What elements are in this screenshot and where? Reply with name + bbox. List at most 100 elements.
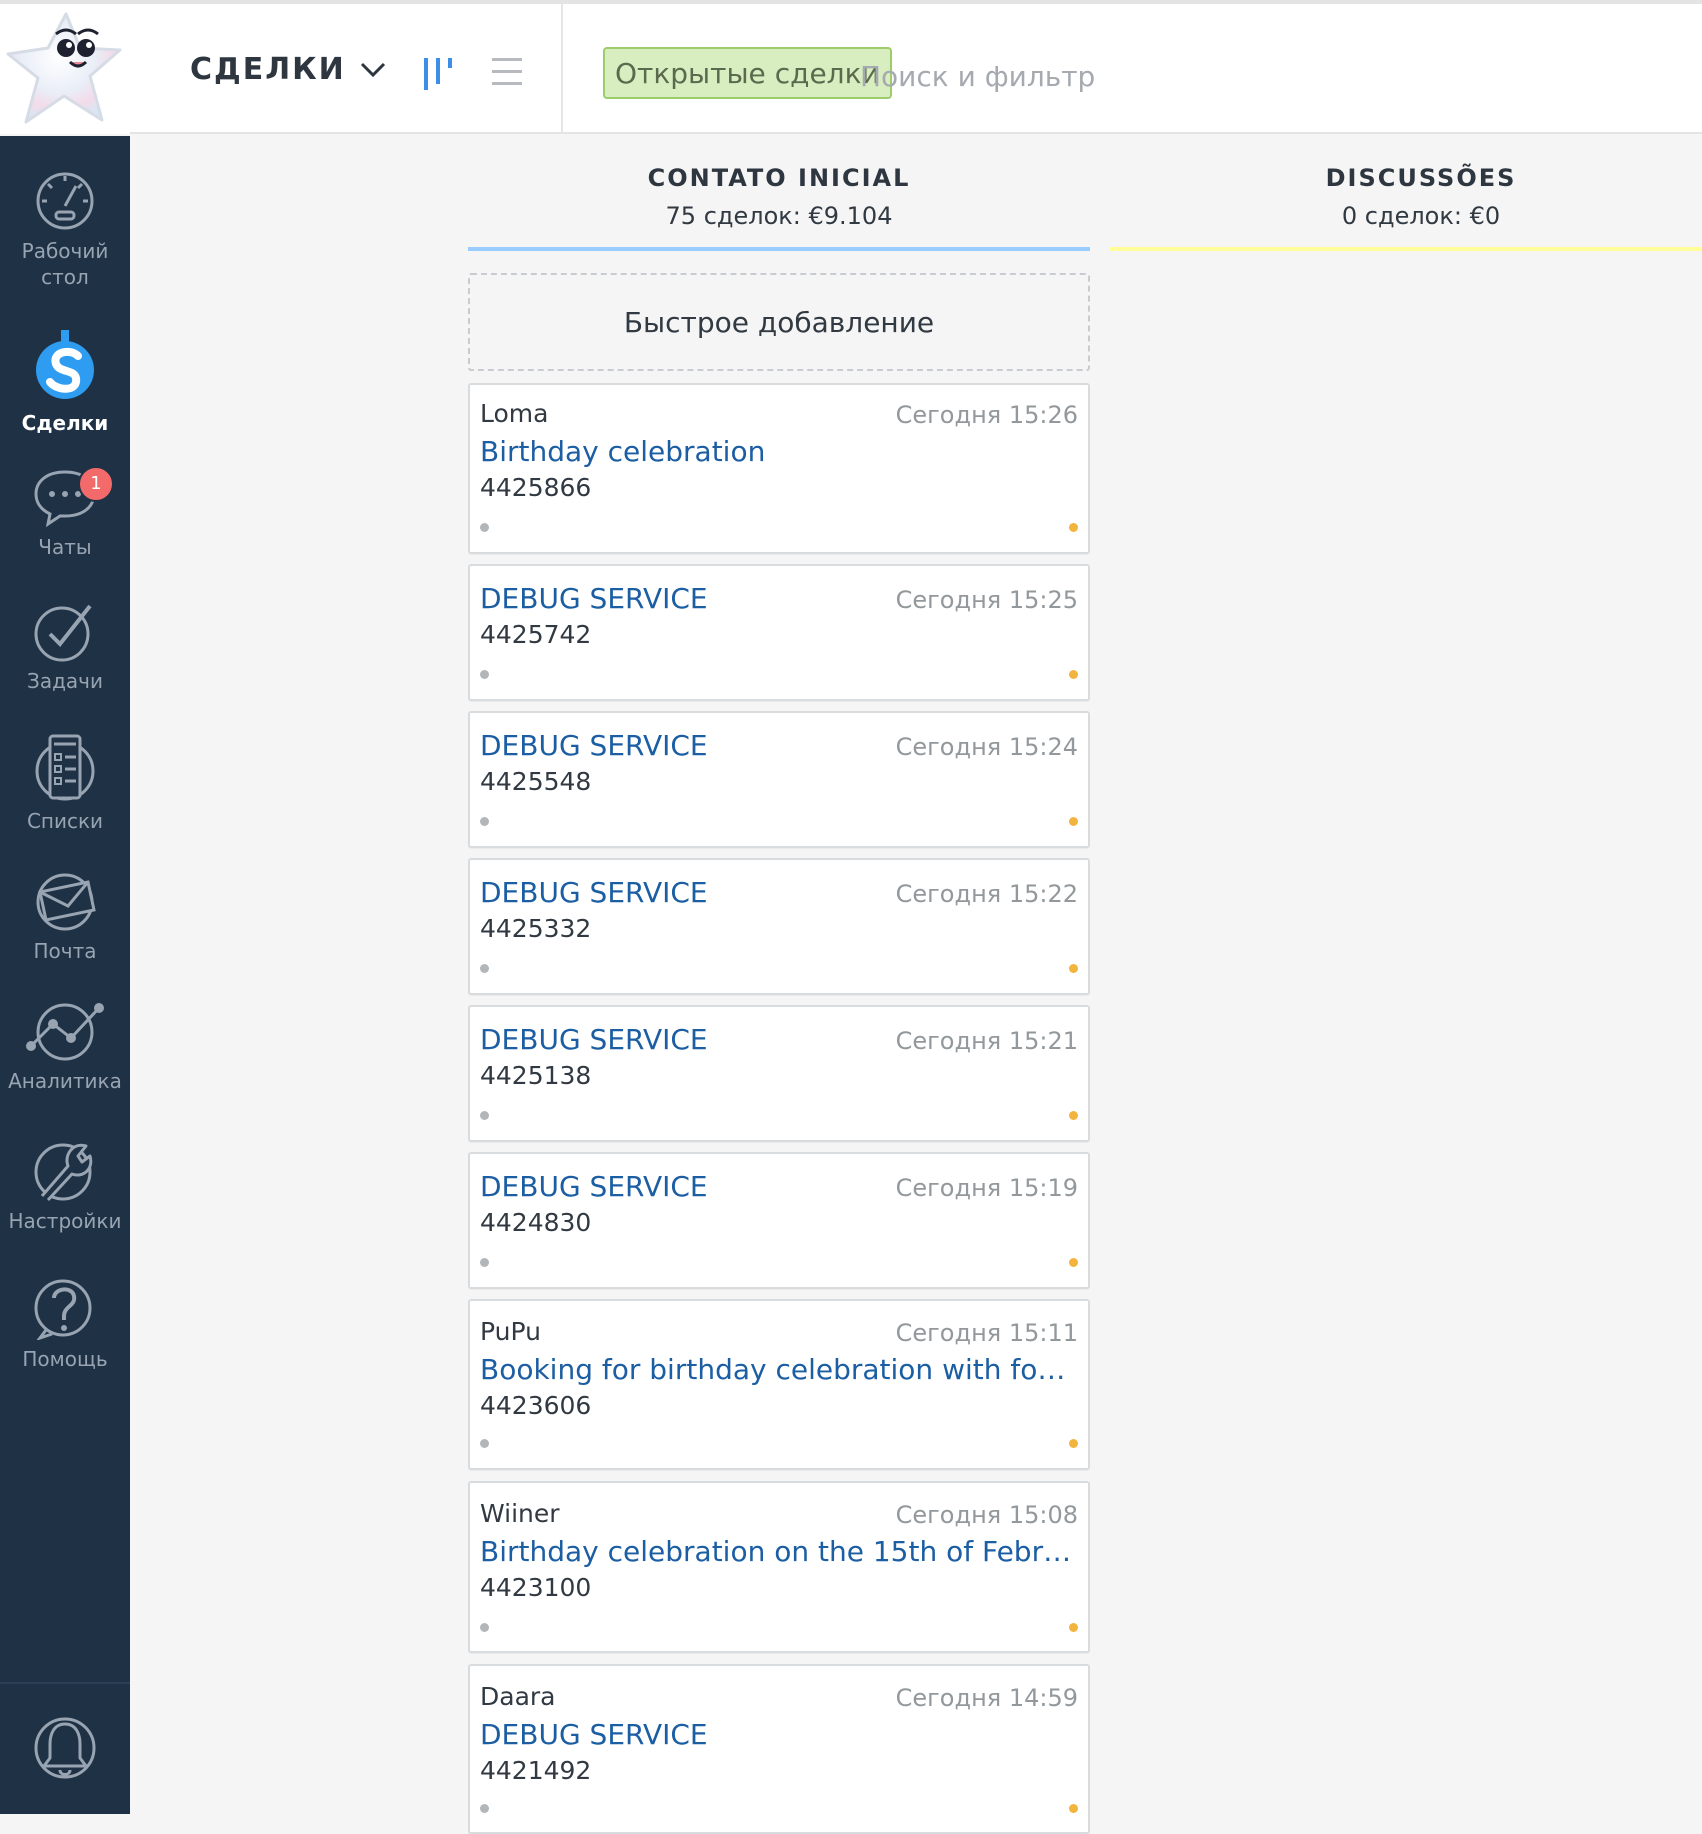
sidebar-item-chats[interactable]: 1 Чаты xyxy=(0,466,130,560)
deal-time: Сегодня 15:24 xyxy=(895,733,1078,761)
sidebar-item-analytics[interactable]: Аналитика xyxy=(0,1000,130,1094)
deal-card[interactable]: PuPu Сегодня 15:11 Booking for birthday … xyxy=(468,1299,1090,1470)
quick-add-label: Быстрое добавление xyxy=(623,305,935,339)
sidebar-item-help[interactable]: Помощь xyxy=(0,1274,130,1372)
sidebar-item-label: стол xyxy=(41,265,89,289)
deal-contact[interactable]: Wiiner xyxy=(480,1499,560,1528)
tasks-icon xyxy=(34,604,92,662)
sidebar-item-label: Настройки xyxy=(8,1209,122,1233)
deal-card[interactable]: Wiiner Сегодня 15:08 Birthday celebratio… xyxy=(468,1481,1090,1653)
task-status-dot xyxy=(1069,1439,1078,1448)
sidebar-item-label: Чаты xyxy=(38,535,92,559)
deal-number: 4425742 xyxy=(480,620,592,649)
deal-name[interactable]: DEBUG SERVICE xyxy=(480,1170,708,1203)
kanban-view-icon xyxy=(424,58,452,90)
deal-number: 4425138 xyxy=(480,1061,592,1090)
deal-number: 4425866 xyxy=(480,473,592,502)
deal-name[interactable]: DEBUG SERVICE xyxy=(480,876,708,909)
sidebar-item-label: Рабочий xyxy=(21,239,109,263)
open-deals-filter-chip[interactable]: Открытые сделки xyxy=(603,47,892,99)
deal-time: Сегодня 14:59 xyxy=(895,1684,1078,1712)
sidebar-item-deals[interactable]: Сделки xyxy=(0,330,130,436)
task-status-dot xyxy=(1069,817,1078,826)
deal-contact[interactable]: Daara xyxy=(480,1682,556,1711)
column-color-bar xyxy=(1110,247,1702,251)
deal-name[interactable]: DEBUG SERVICE xyxy=(480,729,708,762)
status-dot xyxy=(480,964,489,973)
deal-card[interactable]: Daara Сегодня 14:59 DEBUG SERVICE 442149… xyxy=(468,1664,1090,1834)
sidebar-item-label: Помощь xyxy=(22,1347,108,1371)
sidebar-item-notifications[interactable] xyxy=(0,1712,130,1790)
settings-icon xyxy=(34,1143,93,1202)
task-status-dot xyxy=(1069,670,1078,679)
sidebar: Рабочий стол Сделки 1 Чаты Задачи Списки… xyxy=(0,136,130,1814)
header-divider xyxy=(561,4,563,134)
top-header: СДЕЛКИ Открытые сделки xyxy=(0,0,1702,134)
deal-time: Сегодня 15:08 xyxy=(895,1501,1078,1529)
pipeline-title: СДЕЛКИ xyxy=(190,52,346,87)
task-status-dot xyxy=(1069,523,1078,532)
analytics-icon xyxy=(26,1003,104,1061)
sidebar-item-label: Аналитика xyxy=(8,1069,122,1093)
deal-time: Сегодня 15:19 xyxy=(895,1174,1078,1202)
pipeline-column-header[interactable]: CONTATO INICIAL 75 сделок: €9.104 xyxy=(468,164,1090,230)
column-title: DISCUSSÕES xyxy=(1325,164,1517,192)
task-status-dot xyxy=(1069,1623,1078,1632)
status-dot xyxy=(480,817,489,826)
sidebar-item-settings[interactable]: Настройки xyxy=(0,1136,130,1234)
pipeline-selector[interactable]: СДЕЛКИ xyxy=(190,52,386,87)
deal-number: 4425332 xyxy=(480,914,592,943)
deal-contact[interactable]: Loma xyxy=(480,399,548,428)
deal-time: Сегодня 15:26 xyxy=(895,401,1078,429)
status-dot xyxy=(480,1804,489,1813)
deal-number: 4425548 xyxy=(480,767,592,796)
deal-card[interactable]: DEBUG SERVICE Сегодня 15:19 4424830 xyxy=(468,1152,1090,1289)
sidebar-divider xyxy=(0,1682,130,1684)
status-dot xyxy=(480,1623,489,1632)
sidebar-item-tasks[interactable]: Задачи xyxy=(0,600,130,694)
deal-card[interactable]: DEBUG SERVICE Сегодня 15:21 4425138 xyxy=(468,1005,1090,1142)
task-status-dot xyxy=(1069,1804,1078,1813)
filter-chip-label: Открытые сделки xyxy=(615,56,880,90)
deal-name[interactable]: Birthday celebration on the 15th of Febr… xyxy=(480,1535,1080,1568)
deal-contact[interactable]: PuPu xyxy=(480,1317,541,1346)
search-input[interactable] xyxy=(858,52,1362,100)
kanban-view-button[interactable] xyxy=(422,54,456,94)
sidebar-item-dashboard[interactable]: Рабочий стол xyxy=(0,170,130,290)
quick-add-button[interactable]: Быстрое добавление xyxy=(468,273,1090,371)
list-view-icon xyxy=(492,58,522,85)
deal-card[interactable]: DEBUG SERVICE Сегодня 15:24 4425548 xyxy=(468,711,1090,848)
task-status-dot xyxy=(1069,964,1078,973)
app-logo[interactable] xyxy=(0,4,130,134)
column-summary: 75 сделок: €9.104 xyxy=(665,202,893,230)
sidebar-item-mail[interactable]: Почта xyxy=(0,870,130,964)
deal-number: 4423100 xyxy=(480,1573,592,1602)
deal-card[interactable]: DEBUG SERVICE Сегодня 15:25 4425742 xyxy=(468,564,1090,701)
deal-time: Сегодня 15:21 xyxy=(895,1027,1078,1055)
column-title: CONTATO INICIAL xyxy=(647,164,911,192)
list-view-button[interactable] xyxy=(490,56,524,92)
pipeline-column-header[interactable]: DISCUSSÕES 0 сделок: €0 xyxy=(1110,164,1702,230)
status-dot xyxy=(480,670,489,679)
mail-icon xyxy=(36,873,96,931)
deal-time: Сегодня 15:25 xyxy=(895,586,1078,614)
deal-number: 4424830 xyxy=(480,1208,592,1237)
deal-card[interactable]: Loma Сегодня 15:26 Birthday celebration … xyxy=(468,383,1090,554)
unread-chats-badge: 1 xyxy=(78,466,114,502)
sidebar-item-label: Задачи xyxy=(27,669,103,693)
sidebar-item-label: Почта xyxy=(33,939,97,963)
task-status-dot xyxy=(1069,1111,1078,1120)
deal-name[interactable]: Birthday celebration xyxy=(480,435,765,468)
deal-name[interactable]: DEBUG SERVICE xyxy=(480,582,708,615)
sidebar-item-lists[interactable]: Списки xyxy=(0,732,130,834)
sidebar-item-label: Списки xyxy=(26,809,104,833)
bell-icon xyxy=(34,1717,96,1779)
column-color-bar xyxy=(468,247,1090,251)
deal-name[interactable]: DEBUG SERVICE xyxy=(480,1023,708,1056)
deal-card[interactable]: DEBUG SERVICE Сегодня 15:22 4425332 xyxy=(468,858,1090,995)
deal-time: Сегодня 15:22 xyxy=(895,880,1078,908)
deal-time: Сегодня 15:11 xyxy=(895,1319,1078,1347)
deal-name[interactable]: Booking for birthday celebration with fo… xyxy=(480,1353,1080,1386)
deal-name[interactable]: DEBUG SERVICE xyxy=(480,1718,708,1751)
lists-icon xyxy=(35,734,95,801)
